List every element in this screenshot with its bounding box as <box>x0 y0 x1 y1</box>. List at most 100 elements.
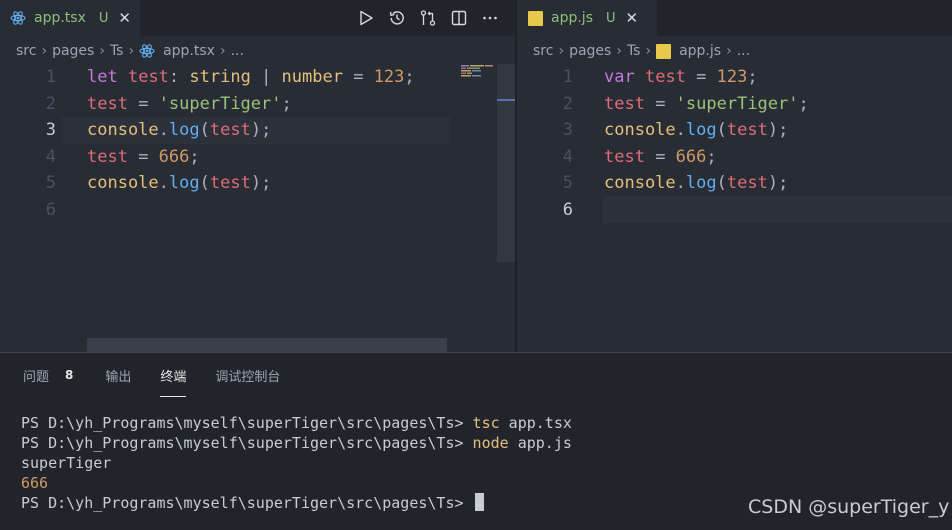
tab-output[interactable]: 输出 <box>105 353 131 397</box>
code-line[interactable]: 2 test = 'superTiger'; <box>517 91 952 118</box>
code-area[interactable]: 1 var test = 123; 2 test = 'superTiger'; 3 co… <box>517 64 952 223</box>
code-token: test <box>726 120 768 140</box>
tab-problems[interactable]: 问题 8 <box>23 353 73 397</box>
tab-debug-console[interactable]: 调试控制台 <box>215 353 280 397</box>
code-line[interactable]: 5 console.log(test); <box>517 170 952 197</box>
code-line[interactable]: 2 test = 'superTiger'; <box>0 91 515 118</box>
line-number: 3 <box>45 120 56 140</box>
tab-label: 输出 <box>105 369 132 385</box>
code-token: console <box>604 173 676 193</box>
terminal-output[interactable]: PS D:\yh_Programs\myself\superTiger\src\… <box>21 413 572 513</box>
code-line[interactable]: 5 console.log(test); <box>0 170 515 197</box>
chevron-right-icon: › <box>558 43 565 59</box>
code-token: = <box>342 67 374 87</box>
terminal-command: tsc <box>472 414 500 432</box>
scroll-position-marker <box>497 99 515 101</box>
code-token: 666 <box>675 146 707 167</box>
breadcrumb-item[interactable]: pages <box>52 43 94 59</box>
breadcrumb: src › pages › Ts › app.js › ... <box>533 40 750 62</box>
terminal-line: 666 <box>21 473 572 493</box>
line-number: 1 <box>562 67 573 87</box>
tab-terminal[interactable]: 终端 <box>160 353 187 397</box>
code-token: ); <box>767 173 789 193</box>
breadcrumb-item[interactable]: src <box>16 43 36 59</box>
code-token: string <box>189 67 251 87</box>
code-token: 'superTiger' <box>158 93 282 114</box>
code-line[interactable]: 4 test = 666; <box>517 144 952 171</box>
right-editor-group: app.js U ✕ src › pages › Ts › app.js › .… <box>517 0 952 352</box>
breadcrumb-item[interactable]: Ts <box>627 43 641 59</box>
run-icon[interactable] <box>350 0 381 36</box>
breadcrumb-item[interactable]: Ts <box>110 43 124 59</box>
code-line[interactable]: 1 var test = 123; <box>517 64 952 91</box>
breadcrumb-file[interactable]: app.js <box>679 43 721 59</box>
horizontal-scrollbar[interactable] <box>87 338 447 352</box>
line-content: test = 666; <box>87 144 200 171</box>
terminal-command: node <box>472 434 509 452</box>
terminal-cursor <box>474 493 484 511</box>
code-token: log <box>168 173 200 193</box>
line-content: console.log(test); <box>604 170 788 197</box>
tab-app-tsx[interactable]: app.tsx U ✕ <box>0 0 140 36</box>
line-number: 5 <box>562 173 573 193</box>
code-line[interactable]: 4 test = 666; <box>0 144 515 171</box>
code-token: 123 <box>716 67 748 87</box>
line-content: console.log(test); <box>87 117 271 144</box>
code-token: let <box>87 67 118 87</box>
compare-changes-icon[interactable] <box>412 0 443 36</box>
code-area[interactable]: 1 let test: string | number = 123; 2 test =… <box>0 64 515 223</box>
terminal-output-text: superTiger <box>21 454 112 472</box>
line-number: 3 <box>562 120 573 140</box>
breadcrumb-ellipsis[interactable]: ... <box>231 43 244 59</box>
code-token: test <box>644 67 686 87</box>
line-number: 4 <box>45 146 56 167</box>
chevron-right-icon: › <box>99 43 105 59</box>
code-token: console <box>87 120 159 140</box>
tab-app-js[interactable]: app.js U ✕ <box>517 0 657 36</box>
terminal-line: PS D:\yh_Programs\myself\superTiger\src\… <box>21 493 572 513</box>
code-token: = <box>127 146 159 167</box>
code-line[interactable]: 3 console.log(test); <box>517 117 952 144</box>
code-line[interactable]: 1 let test: string | number = 123; <box>0 64 515 91</box>
breadcrumb-item[interactable]: pages <box>569 43 611 59</box>
code-line[interactable]: 6 <box>517 197 952 224</box>
tab-filename: app.js <box>551 10 593 26</box>
terminal-prompt: PS D:\yh_Programs\myself\superTiger\src\… <box>21 434 473 452</box>
code-token: ; <box>747 67 758 87</box>
code-line[interactable]: 3 console.log(test); <box>0 117 515 144</box>
code-token: . <box>158 120 169 140</box>
line-number: 2 <box>45 93 56 114</box>
code-token: ; <box>281 93 292 114</box>
line-number: 5 <box>45 173 56 193</box>
breadcrumb: src › pages › Ts › app.tsx › ... <box>16 40 244 62</box>
vertical-scrollbar[interactable] <box>497 64 515 262</box>
close-icon[interactable]: ✕ <box>118 10 131 26</box>
line-content: console.log(test); <box>87 170 271 197</box>
terminal-prompt: PS D:\yh_Programs\myself\superTiger\src\… <box>21 494 473 512</box>
breadcrumb-ellipsis[interactable]: ... <box>737 43 750 59</box>
editor-toolbar <box>350 0 505 36</box>
terminal-args: app.js <box>508 434 572 452</box>
code-token: ( <box>716 173 727 193</box>
code-token: console <box>604 120 676 140</box>
chevron-right-icon: › <box>616 43 622 59</box>
breadcrumb-item[interactable]: src <box>533 43 553 59</box>
panel-tab-bar: 问题 8 输出 终端 调试控制台 <box>0 353 280 397</box>
code-line[interactable]: 6 <box>0 197 515 224</box>
code-token: ; <box>404 67 415 87</box>
code-token: ; <box>706 146 717 167</box>
split-editor-icon[interactable] <box>443 0 474 36</box>
breadcrumb-file[interactable]: app.tsx <box>163 43 215 59</box>
line-content: test = 'superTiger'; <box>604 91 809 118</box>
line-number: 4 <box>562 146 573 167</box>
line-number: 2 <box>562 93 573 114</box>
tab-label: 问题 <box>23 369 50 385</box>
code-token: test <box>87 93 128 114</box>
more-actions-icon[interactable] <box>474 0 505 36</box>
tab-label: 调试控制台 <box>215 369 281 385</box>
code-token: 'superTiger' <box>675 93 799 114</box>
terminal-line: PS D:\yh_Programs\myself\superTiger\src\… <box>21 433 572 453</box>
close-icon[interactable]: ✕ <box>626 10 639 26</box>
line-number: 6 <box>562 199 573 220</box>
timeline-icon[interactable] <box>381 0 412 36</box>
